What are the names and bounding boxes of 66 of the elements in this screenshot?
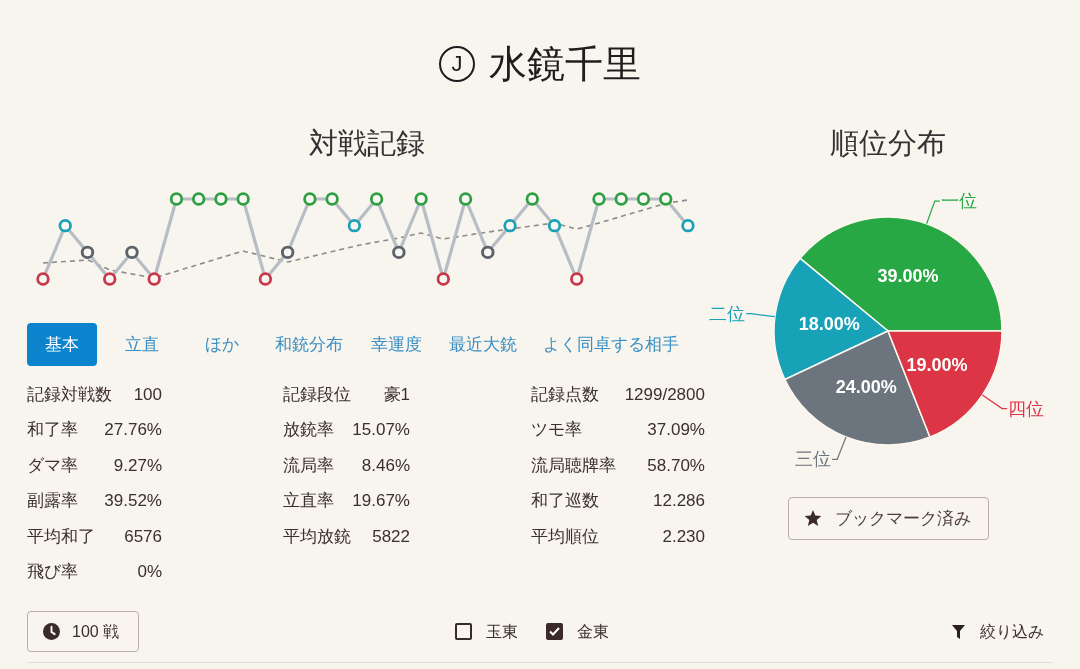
slice-value-label: 18.00%	[798, 314, 860, 335]
stat-label: 平均和了	[27, 525, 95, 548]
section-title: 対戦記録	[308, 128, 426, 158]
leader-line	[745, 313, 776, 318]
stat-label: 流局聴牌率	[531, 454, 616, 477]
stat-label: 平均順位	[531, 525, 599, 548]
stat-value: 19.67%	[352, 490, 410, 513]
stat-label: 放銃率	[283, 419, 334, 442]
filter-button[interactable]: 絞り込み	[952, 619, 1044, 644]
bookmark-button[interactable]: ブックマーク済み	[788, 497, 989, 540]
slice-label: 二位	[709, 303, 746, 324]
stat-label: ダマ率	[27, 454, 78, 477]
stat-value: 58.70%	[647, 454, 705, 477]
initial-badge: J	[439, 46, 475, 82]
slice-value-label: 39.00%	[877, 265, 939, 286]
stat-label: 流局率	[283, 454, 334, 477]
stat-value: 5822	[372, 525, 410, 548]
stat-label: ツモ率	[531, 419, 582, 442]
stat-label: 和了率	[27, 419, 78, 442]
stat-value: 15.07%	[352, 419, 410, 442]
slice-value-label: 24.00%	[835, 376, 897, 397]
tab[interactable]: ほか	[187, 323, 257, 366]
leader-line	[831, 436, 847, 460]
stat-label: 立直率	[283, 490, 334, 513]
stat-label: 記録段位	[283, 383, 351, 406]
slice-value-label: 19.00%	[906, 354, 968, 375]
stat-value: 豪1	[383, 383, 410, 406]
tab[interactable]: 幸運度	[361, 323, 431, 366]
checkbox[interactable]	[546, 623, 563, 641]
slice-label: 一位	[940, 191, 977, 212]
stat-value: 9.27%	[113, 454, 162, 477]
tab[interactable]: 和銃分布	[267, 323, 351, 366]
stat-value: 27.76%	[104, 419, 162, 442]
slice-label: 四位	[1008, 398, 1045, 419]
stat-value: 6576	[124, 525, 162, 548]
tab[interactable]: 立直	[107, 323, 177, 366]
player-name: 水鏡千里	[489, 42, 641, 86]
stat-value: 1299/2800	[624, 383, 705, 406]
chart-title: 順位分布	[829, 128, 947, 158]
stat-value: 39.52%	[104, 490, 162, 513]
stat-label: 記録点数	[531, 383, 599, 406]
leader-line	[926, 200, 941, 225]
stat-label: 平均放銃	[283, 525, 351, 548]
stat-label: 記録対戦数	[27, 383, 112, 406]
stat-value: 8.46%	[361, 454, 410, 477]
stat-value: 12.286	[653, 490, 705, 513]
checkbox-label[interactable]: 金東	[577, 619, 609, 644]
stat-value: 2.230	[662, 525, 705, 548]
star-icon	[804, 510, 822, 527]
leader-line	[981, 394, 1008, 410]
stat-value: 37.09%	[647, 419, 705, 442]
tab[interactable]: 基本	[27, 323, 97, 366]
slice-label: 三位	[795, 449, 832, 470]
stat-value: 100	[133, 383, 162, 406]
checkbox-label[interactable]: 玉東	[486, 619, 518, 644]
check-icon	[549, 627, 560, 637]
stat-label: 副露率	[27, 490, 78, 513]
stat-label: 和了巡数	[531, 490, 599, 513]
tab[interactable]: よく同卓する相手	[535, 323, 687, 366]
game-count-button[interactable]: 100 戦	[27, 611, 139, 653]
funnel-icon	[952, 624, 965, 639]
clock-icon	[43, 623, 60, 641]
checkbox[interactable]	[455, 623, 472, 641]
tab[interactable]: 最近大銃	[441, 323, 525, 366]
stat-value: 0%	[137, 560, 162, 583]
stat-label: 飛び率	[27, 560, 78, 583]
